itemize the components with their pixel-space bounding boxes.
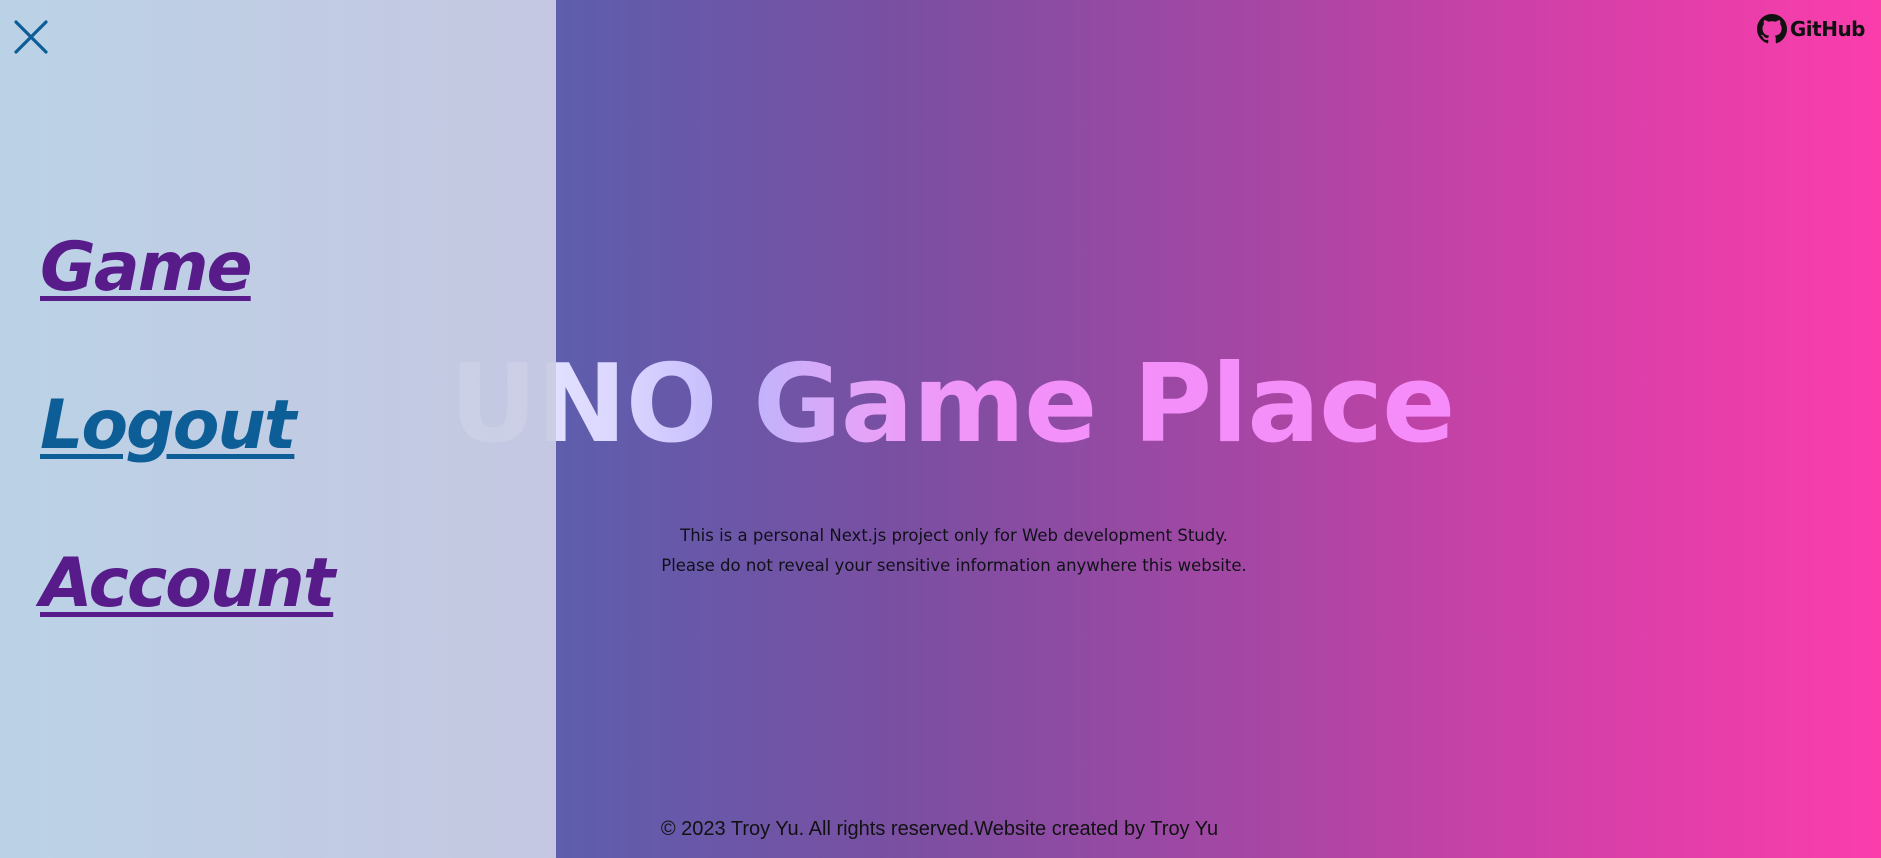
sidebar-menu: Game Logout Account xyxy=(0,0,556,858)
github-icon xyxy=(1756,14,1787,44)
github-label: GitHub xyxy=(1789,17,1866,41)
page-title: UNO Game Place xyxy=(450,335,1456,475)
sidebar-item-game[interactable]: Game xyxy=(40,228,333,308)
page: UNO Game Place This is a personal Next.j… xyxy=(0,0,1881,858)
close-icon xyxy=(14,20,48,54)
sidebar-item-logout[interactable]: Logout xyxy=(40,386,333,466)
sidebar-nav: Game Logout Account xyxy=(40,228,335,702)
close-menu-button[interactable] xyxy=(12,18,50,56)
github-link[interactable]: GitHub xyxy=(1756,14,1866,44)
sidebar-item-account[interactable]: Account xyxy=(40,544,335,624)
